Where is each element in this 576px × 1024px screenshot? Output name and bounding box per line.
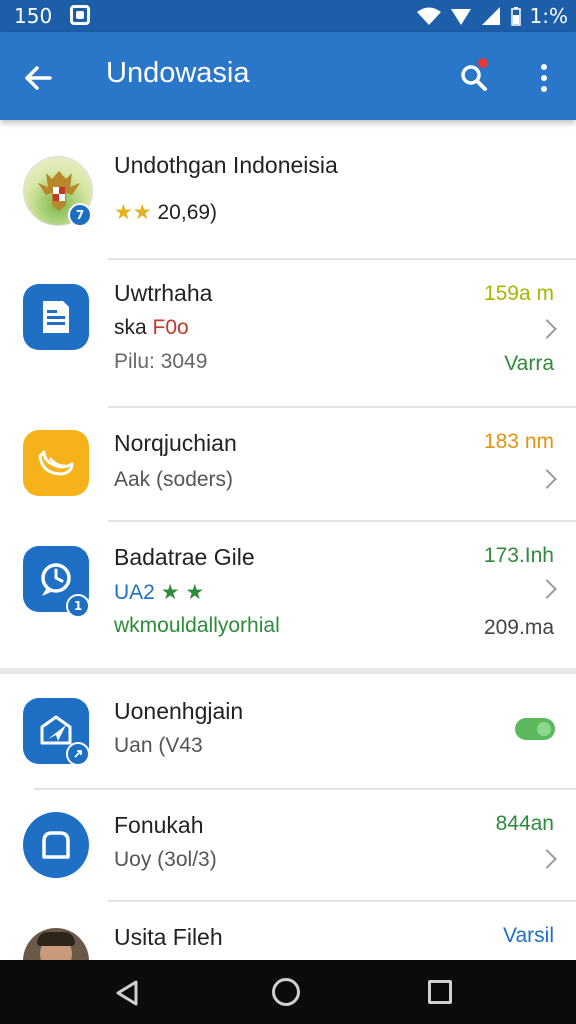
hair-shape <box>37 932 75 946</box>
subtitle-highlight: F0o <box>152 316 189 339</box>
list-item[interactable]: Usita Fileh Varsil <box>0 902 576 994</box>
notification-dot <box>478 58 488 68</box>
item-title: Usita Fileh <box>114 924 223 950</box>
rating-stars: ★★ <box>114 201 152 224</box>
nav-back-icon[interactable] <box>112 978 142 1008</box>
arrow-back-icon <box>25 66 52 90</box>
item-size: 173.Inh <box>483 544 554 567</box>
battery-icon <box>510 7 521 26</box>
app-badge <box>66 742 90 766</box>
list-item[interactable]: Uonenhgjain Uan (V43 <box>0 674 576 788</box>
dot <box>541 86 547 92</box>
item-meta: wkmouldallyorhial <box>114 614 280 637</box>
clock-chat-icon <box>41 563 71 596</box>
navigation-bar <box>0 960 576 1024</box>
rating: ★★ 20,69) <box>114 200 217 225</box>
item-subtitle: Uan (V43 <box>114 734 203 757</box>
item-subtitle: UA2 ★ ★ <box>114 580 204 605</box>
document-icon <box>43 301 69 333</box>
notification-app-icon <box>70 5 90 25</box>
item-size: 844an <box>495 812 554 835</box>
item-subtitle: ska F0o <box>114 316 189 340</box>
item-title: Uonenhgjain <box>114 698 244 724</box>
arrow-icon <box>74 750 82 758</box>
item-title: Uwtrhaha <box>114 280 213 306</box>
list-item[interactable]: Uwtrhaha ska F0o Pilu: 3049 159a m Varra <box>0 260 576 406</box>
nav-recents-icon[interactable] <box>428 980 452 1004</box>
app-icon-tile <box>23 430 89 496</box>
back-button[interactable] <box>16 56 60 100</box>
item-version: 209.ma <box>483 616 554 639</box>
list-item[interactable]: Fonukah Uoy (3ol/3) 844an <box>0 790 576 900</box>
item-title: Undothgan Indoneisia <box>114 152 338 178</box>
list-item[interactable]: Norqjuchian Aak (soders) 183 nm <box>0 408 576 520</box>
subtitle-prefix: UA2 <box>114 581 161 604</box>
page-title: Undowasia <box>106 57 250 89</box>
search-button[interactable] <box>450 54 498 102</box>
item-size: 159a m <box>483 282 554 305</box>
battery-percent: 1:% <box>529 4 568 28</box>
list-item[interactable]: 1 Badatrae Gile UA2 ★ ★ wkmouldallyorhia… <box>0 522 576 668</box>
chevron-right-icon <box>537 319 557 339</box>
item-title: Fonukah <box>114 812 204 838</box>
item-version: Varsil <box>503 924 554 947</box>
item-title: Norqjuchian <box>114 430 237 456</box>
app-icon-tile <box>23 812 89 878</box>
status-indicators: 1:% <box>416 2 568 30</box>
signal-icon <box>450 9 471 25</box>
item-version: Varra <box>504 352 554 375</box>
nav-home-icon[interactable] <box>272 978 300 1006</box>
item-subtitle: Uoy (3ol/3) <box>114 848 217 871</box>
rating-value: 20,69) <box>157 201 218 224</box>
status-bar: 150 1:% <box>0 0 576 32</box>
enable-toggle[interactable] <box>515 718 555 740</box>
app-icon-tile <box>23 284 89 350</box>
item-subtitle: Aak (soders) <box>114 468 234 491</box>
wifi-icon <box>416 7 441 25</box>
item-size: 183 nm <box>483 430 554 453</box>
home-shape-icon <box>42 831 70 859</box>
chevron-right-icon <box>537 469 557 489</box>
chevron-right-icon <box>537 849 557 869</box>
more-options-button[interactable] <box>524 54 564 102</box>
status-time: 150 <box>14 4 53 28</box>
item-meta: Pilu: 3049 <box>114 350 208 373</box>
item-title: Badatrae Gile <box>114 544 255 570</box>
app-badge: 1 <box>66 594 90 618</box>
app-bar: Undowasia <box>0 32 576 120</box>
cellular-icon <box>481 7 500 25</box>
subtitle-prefix: ska <box>114 316 153 339</box>
dot <box>541 64 547 70</box>
list-item-header[interactable]: 7 Undothgan Indoneisia ★★ 20,69) <box>0 120 576 258</box>
dot <box>541 75 547 81</box>
app-badge: 7 <box>68 203 92 227</box>
chevron-right-icon <box>537 579 557 599</box>
rating-stars: ★ ★ <box>160 581 205 604</box>
banana-icon <box>38 450 74 476</box>
